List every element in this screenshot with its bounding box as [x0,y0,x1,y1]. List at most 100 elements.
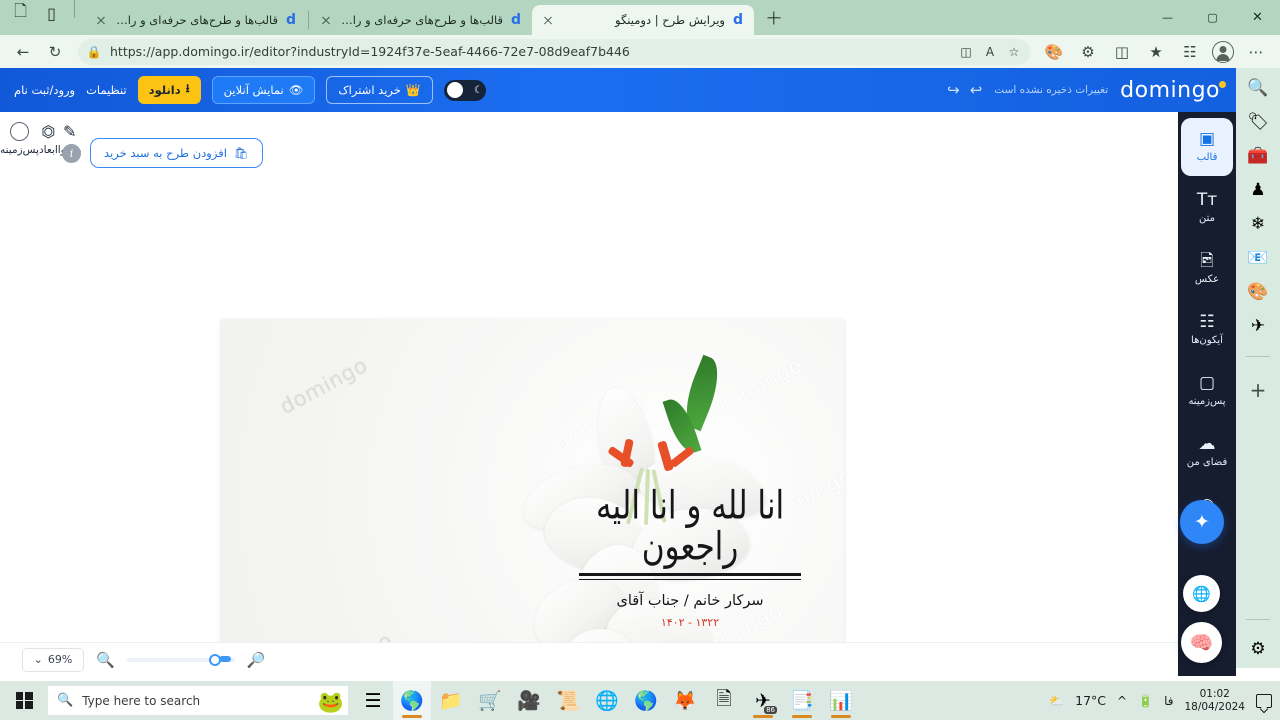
toolbar-right-icons: 🎨 ⚙ ◫ ★ ☷ ⋯ [1038,38,1272,66]
rail-item-icons[interactable]: ☷ آیکون‌ها [1181,301,1233,359]
taskbar-chrome-icon[interactable]: 🌐 [588,681,626,720]
domingo-logo[interactable]: domingo [1120,78,1226,103]
taskbar-firefox-icon[interactable]: 🦊 [666,681,704,720]
taskbar-file-explorer-icon[interactable]: 📁 [432,681,470,720]
download-button[interactable]: ⭳ دانلود [137,76,201,104]
taskbar-notepad-icon[interactable]: 🗎 [705,681,743,720]
divider [579,573,801,577]
dark-mode-toggle[interactable]: ☾ [443,79,486,101]
browser-tab-3-active[interactable]: d ویرایش طرح | دومینگو [532,5,754,35]
taskbar-edge-icon[interactable]: 🌎 [393,681,431,720]
outlook-icon[interactable]: 📧 [1247,250,1268,267]
games-icon[interactable]: ♟ [1250,182,1265,199]
toolbox-icon[interactable]: 🧰 [1247,148,1268,165]
divider [1246,356,1270,357]
tool-background-button[interactable]: پس‌زمینه [0,122,39,156]
online-preview-button[interactable]: 👁 نمایش آنلاین [211,76,316,104]
tab-favicon: d [510,12,522,28]
new-tab-button[interactable] [760,4,788,32]
favorite-star-icon[interactable]: ☆ [1006,44,1022,60]
maximize-button[interactable]: ▢ [1190,2,1235,34]
slider-knob[interactable] [208,653,221,666]
extensions-icon[interactable]: ⚙ [1072,38,1104,66]
taskbar-microsoft-store-icon[interactable]: 🛒 [471,681,509,720]
tab-close-icon[interactable] [540,12,556,28]
split-screen-icon[interactable]: ◫ [958,44,974,60]
search-icon[interactable]: 🔍 [1247,80,1268,97]
tab-close-icon[interactable] [93,12,109,28]
show-hidden-icons-chevron[interactable]: ^ [1117,694,1127,708]
tool-size-button[interactable]: ⏣ ابعاد [39,122,58,156]
zoom-in-icon[interactable]: 🔍 [96,651,115,669]
browser-toolbar: ← ↻ 🔒 https://app.domingo.ir/editor?indu… [0,35,1280,68]
add-sidebar-app-icon[interactable]: + [1250,378,1267,402]
collections-icon[interactable]: ★ [1140,38,1172,66]
rail-item-background[interactable]: ▢ پس‌زمینه [1181,362,1233,420]
taskbar-search-input[interactable]: 🔍 Type here to search 🐸 [48,686,348,715]
shopping-tag-icon[interactable]: 🏷 [1247,114,1269,131]
tab-close-icon[interactable] [318,12,334,28]
taskbar-pdf-icon[interactable]: 📜 [549,681,587,720]
minimize-button[interactable]: — [1145,2,1190,34]
zoom-slider[interactable] [126,653,235,666]
design-canvas[interactable]: domingo domingo domingo domingo domingo … [221,319,844,676]
taskbar-app-icons: ☰ 🌎 📁 🛒 🎥 📜 🌐 🌎 🦊 🗎 ✈ 86 📑 📊 [348,681,860,720]
ai-assistant-button[interactable]: 🧠 [1181,622,1222,663]
designer-icon[interactable]: 🎨 [1247,284,1268,301]
notification-center-icon[interactable] [1256,693,1272,708]
close-window-button[interactable]: ✕ [1235,2,1280,34]
tab-title: قالب‌ها و طرح‌های حرفه‌ای و رایگان [339,13,503,27]
tab-title: قالب‌ها و طرح‌های حرفه‌ای و رایگان [114,13,278,27]
rail-item-my-space[interactable]: ☁ فضای من [1181,423,1233,481]
taskbar-camtasia-icon[interactable]: 🎥 [510,681,548,720]
bottom-zoom-bar: ⌄ 69% 🔍 🔎 [0,642,1178,676]
language-indicator[interactable]: فا [1164,694,1173,708]
login-register-link[interactable]: ورود/ثبت نام [14,83,75,97]
more-options-icon[interactable]: ⋯ [1240,38,1272,66]
shopping-bag-icon: 🛍 [233,146,249,160]
rail-item-image[interactable]: 🖻 عکس [1181,240,1233,298]
buy-subscription-button[interactable]: 👑 خرید اشتراک [326,76,433,104]
read-aloud-icon[interactable]: A [982,44,998,60]
redo-icon[interactable]: ↪ [947,81,960,99]
undo-icon[interactable]: ↩ [970,81,983,99]
sidebar-settings-gear-icon[interactable]: ⚙ [1250,641,1265,658]
magic-wand-button[interactable]: ✦ [1180,500,1224,544]
tabstrip: d قالب‌ها و طرح‌های حرفه‌ای و رایگان d ق… [85,0,794,35]
window-controls: — ▢ ✕ [1145,0,1280,35]
taskbar-clock[interactable]: 01:02 18/04/2024 [1184,688,1245,713]
weather-icon[interactable]: ⛅ [1049,694,1064,708]
online-preview-label: نمایش آنلاین [223,83,284,97]
taskbar-idm-icon[interactable]: 🌎 [627,681,665,720]
icons-grid-icon: ☷ [1199,312,1215,332]
crown-icon: 👑 [405,83,421,97]
telegram-icon[interactable]: ✈ [1251,318,1265,335]
microsoft365-icon[interactable]: ❄ [1251,216,1265,233]
address-bar[interactable]: 🔒 https://app.domingo.ir/editor?industry… [78,38,1030,65]
workspaces-icon[interactable]: ☷ [1174,38,1206,66]
settings-link[interactable]: تنظیمات [86,83,127,97]
rail-item-template[interactable]: ▣ قالب [1181,118,1233,176]
profile-avatar[interactable] [1212,40,1234,63]
browser-tab-2[interactable]: d قالب‌ها و طرح‌های حرفه‌ای و رایگان [310,5,532,35]
rail-label: فضای من [1186,457,1228,468]
zoom-level-select[interactable]: ⌄ 69% [22,647,84,672]
tab-groups-icon[interactable]: 🗋 [12,1,29,22]
translate-button[interactable]: 🌐 [1183,575,1220,612]
reload-icon[interactable]: ↻ [40,38,70,66]
back-icon[interactable]: ← [8,38,38,66]
taskbar-excel-icon[interactable]: 📊 [822,681,860,720]
zoom-out-icon[interactable]: 🔎 [247,651,266,669]
rail-item-text[interactable]: Tᴛ متن [1181,179,1233,237]
info-icon[interactable]: i [62,143,81,163]
taskbar-telegram-icon[interactable]: ✈ 86 [744,681,782,720]
vertical-tabs-icon[interactable]: ▯ [43,4,60,23]
add-to-cart-button[interactable]: 🛍 افزودن طرح به سبد خرید [90,138,263,168]
start-button[interactable] [0,681,48,720]
task-view-icon[interactable]: ☰ [354,681,392,720]
battery-icon[interactable]: 🔋 [1138,694,1153,708]
browser-tab-1[interactable]: d قالب‌ها و طرح‌های حرفه‌ای و رایگان [85,5,307,35]
split-window-icon[interactable]: ◫ [1106,38,1138,66]
taskbar-word-icon[interactable]: 📑 [783,681,821,720]
browser-essentials-icon[interactable]: 🎨 [1038,38,1070,66]
